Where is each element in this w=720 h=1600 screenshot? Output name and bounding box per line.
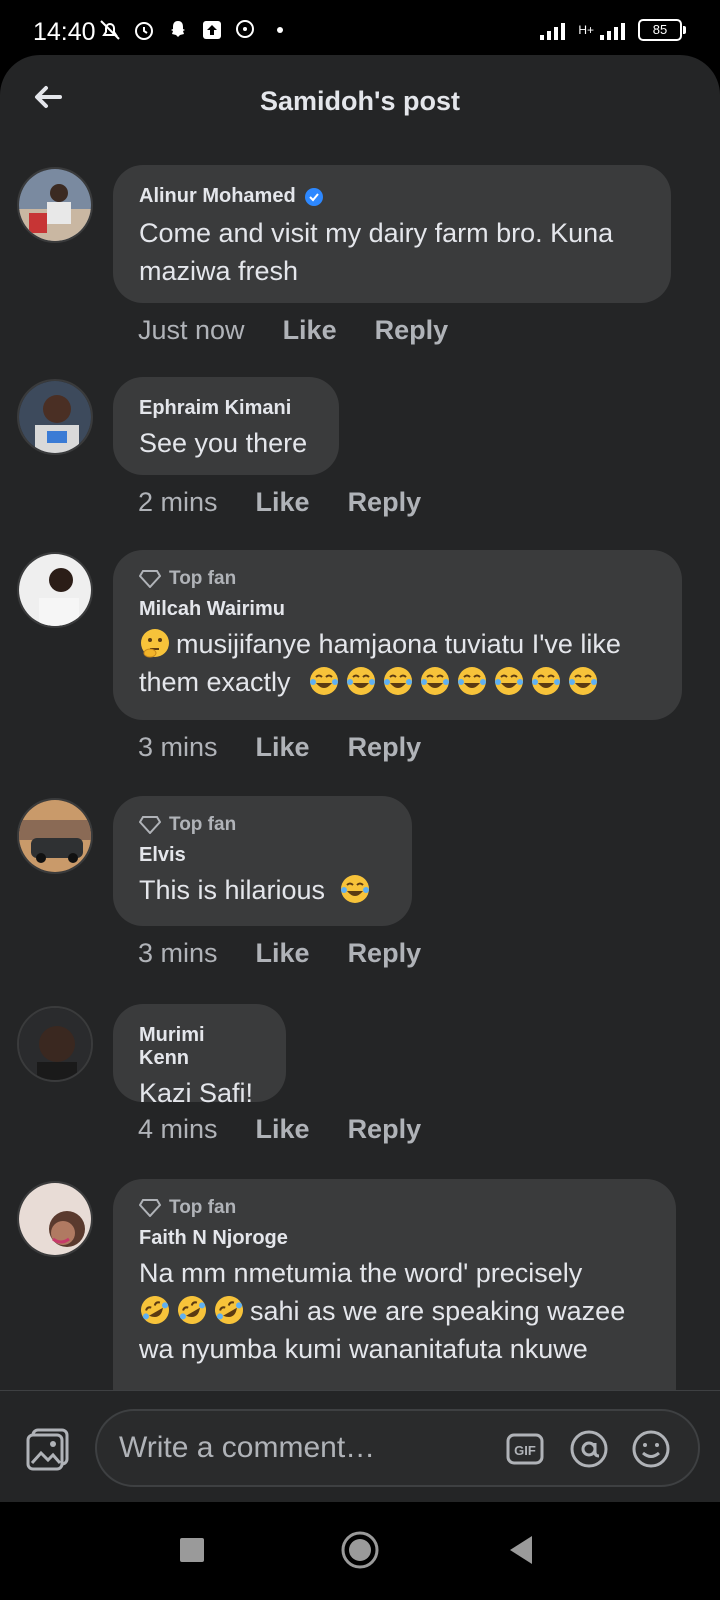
rofl-icon bbox=[178, 1296, 206, 1324]
rofl-icon bbox=[141, 1296, 169, 1324]
tears-of-joy-icon bbox=[569, 667, 598, 695]
laughing-emoji-row bbox=[308, 667, 604, 697]
page-title: Samidoh's post bbox=[260, 86, 460, 116]
photo-icon[interactable] bbox=[25, 1427, 71, 1473]
avatar[interactable] bbox=[17, 379, 93, 455]
header: Samidoh's post bbox=[0, 55, 720, 155]
status-time: 14:40 bbox=[33, 18, 96, 46]
svg-text:GIF: GIF bbox=[514, 1443, 536, 1458]
comment-text: This is hilarious bbox=[139, 871, 386, 909]
comment-bubble[interactable]: Alinur Mohamed Come and visit my dairy f… bbox=[113, 165, 671, 303]
gif-icon[interactable]: GIF bbox=[505, 1429, 545, 1469]
comment-bubble[interactable]: Top fan Milcah Wairimu musijifanye hamja… bbox=[113, 550, 682, 720]
system-nav-bar bbox=[0, 1502, 720, 1600]
bell-off-icon bbox=[100, 20, 120, 40]
comment-text: See you there bbox=[139, 428, 308, 458]
comment-actions: 2 mins Like Reply bbox=[138, 487, 421, 518]
reply-button[interactable]: Reply bbox=[375, 315, 449, 346]
comment-bubble[interactable]: Ephraim Kimani See you there bbox=[113, 377, 339, 475]
avatar[interactable] bbox=[17, 167, 93, 243]
comment-author[interactable]: Murimi Kenn bbox=[139, 1024, 260, 1070]
like-button[interactable]: Like bbox=[256, 732, 310, 763]
comment-text: Come and visit my dairy farm bro. Kuna m… bbox=[139, 218, 614, 286]
tears-of-joy-icon bbox=[384, 667, 413, 695]
tears-of-joy-icon bbox=[532, 667, 561, 695]
avatar[interactable] bbox=[17, 1181, 93, 1257]
alarm-icon bbox=[135, 22, 153, 40]
signal-icon-2 bbox=[600, 23, 625, 40]
reply-button[interactable]: Reply bbox=[348, 732, 422, 763]
comment-bubble[interactable]: Top fan Elvis This is hilarious bbox=[113, 796, 412, 926]
verified-badge-icon bbox=[304, 187, 323, 206]
like-button[interactable]: Like bbox=[256, 1114, 310, 1145]
tears-of-joy-icon bbox=[458, 667, 487, 695]
avatar[interactable] bbox=[17, 1006, 93, 1082]
like-button[interactable]: Like bbox=[256, 487, 310, 518]
signal-icon bbox=[540, 23, 566, 40]
comment-composer: Write a comment… GIF bbox=[0, 1390, 720, 1503]
comment-time: 3 mins bbox=[138, 732, 218, 762]
like-button[interactable]: Like bbox=[256, 938, 310, 969]
post-comments-sheet: Samidoh's post Alinur Mohamed Come and v… bbox=[0, 55, 720, 1501]
top-fan-badge: Top fan bbox=[139, 814, 386, 836]
tears-of-joy-icon bbox=[340, 875, 369, 903]
snapchat-icon bbox=[171, 21, 185, 37]
comment-author[interactable]: Elvis bbox=[139, 844, 386, 867]
comment-text: musijifanye hamjaona tuviatu I've like t… bbox=[139, 629, 621, 697]
comment-placeholder: Write a comment… bbox=[119, 1431, 376, 1464]
tears-of-joy-icon bbox=[310, 667, 339, 695]
comment-bubble[interactable]: Top fan Faith N Njoroge Na mm nmetumia t… bbox=[113, 1179, 676, 1419]
comment-text: Na mm nmetumia the word' precisely sahi … bbox=[139, 1254, 650, 1368]
battery-icon: 85 bbox=[638, 19, 686, 41]
status-bar: 14:40 H+ 85 bbox=[0, 0, 720, 60]
chat-bubble-icon bbox=[236, 20, 254, 38]
comment-input[interactable]: Write a comment… GIF bbox=[95, 1409, 700, 1487]
comment-actions: Just now Like Reply bbox=[138, 315, 448, 346]
diamond-icon bbox=[139, 816, 161, 834]
comment-time: Just now bbox=[138, 315, 245, 345]
comment-actions: 3 mins Like Reply bbox=[138, 938, 421, 969]
comment-actions: 3 mins Like Reply bbox=[138, 732, 421, 763]
comment-author[interactable]: Milcah Wairimu bbox=[139, 598, 656, 621]
like-button[interactable]: Like bbox=[283, 315, 337, 346]
comment-bubble[interactable]: Murimi Kenn Kazi Safi! bbox=[113, 1004, 286, 1108]
comment-text: Kazi Safi! bbox=[139, 1078, 254, 1108]
at-icon[interactable] bbox=[569, 1429, 609, 1469]
upload-icon bbox=[203, 21, 221, 39]
recent-apps-icon[interactable] bbox=[170, 1528, 214, 1572]
thinking-face-icon bbox=[141, 629, 169, 658]
rofl-icon bbox=[215, 1296, 243, 1324]
comment-author[interactable]: Alinur Mohamed bbox=[139, 185, 645, 208]
comment-actions: 4 mins Like Reply bbox=[138, 1114, 421, 1145]
top-fan-badge: Top fan bbox=[139, 568, 656, 590]
notification-icons bbox=[98, 18, 292, 42]
comment-time: 2 mins bbox=[138, 487, 218, 517]
reply-button[interactable]: Reply bbox=[348, 487, 422, 518]
back-nav-icon[interactable] bbox=[500, 1528, 544, 1572]
tears-of-joy-icon bbox=[495, 667, 524, 695]
reply-button[interactable]: Reply bbox=[348, 938, 422, 969]
comment-time: 3 mins bbox=[138, 938, 218, 968]
avatar[interactable] bbox=[17, 798, 93, 874]
dot-icon bbox=[277, 27, 283, 33]
avatar[interactable] bbox=[17, 552, 93, 628]
comment-author[interactable]: Faith N Njoroge bbox=[139, 1227, 650, 1250]
network-type: H+ bbox=[578, 23, 594, 37]
home-icon[interactable] bbox=[338, 1528, 382, 1572]
tears-of-joy-icon bbox=[421, 667, 450, 695]
comment-author[interactable]: Ephraim Kimani bbox=[139, 397, 313, 420]
reply-button[interactable]: Reply bbox=[348, 1114, 422, 1145]
diamond-icon bbox=[139, 570, 161, 588]
status-right: H+ 85 bbox=[540, 18, 686, 42]
comment-time: 4 mins bbox=[138, 1114, 218, 1144]
diamond-icon bbox=[139, 1199, 161, 1217]
emoji-icon[interactable] bbox=[631, 1429, 671, 1469]
top-fan-badge: Top fan bbox=[139, 1197, 650, 1219]
tears-of-joy-icon bbox=[347, 667, 376, 695]
